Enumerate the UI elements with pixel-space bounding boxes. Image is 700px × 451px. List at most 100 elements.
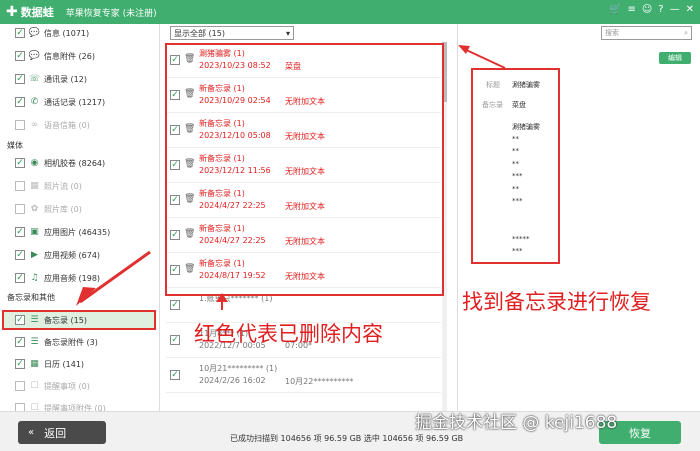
sidebar-checkbox[interactable]: ✓: [15, 204, 25, 214]
sidebar-checkbox[interactable]: ✓: [15, 28, 25, 38]
list-item-l2: 2024/2/26 16:02: [199, 376, 266, 385]
sidebar-checkbox[interactable]: ✓: [15, 227, 25, 237]
sidebar-checkbox[interactable]: ✓: [15, 51, 25, 61]
list-item-checkbox[interactable]: ✓: [170, 335, 180, 345]
sidebar-item-label: 应用视频 (674): [44, 250, 101, 260]
sidebar-item[interactable]: ✓ ☏ 通讯录 (12): [0, 68, 159, 90]
sidebar-item-label: 提醒事项 (0): [44, 381, 90, 391]
sidebar-item[interactable]: ✓ ☰ 备忘录附件 (3): [0, 331, 159, 353]
sidebar-item-label: 备忘录 (15): [44, 315, 87, 325]
sidebar-item[interactable]: ✓ ☰ 备忘录 (15): [0, 309, 159, 331]
sidebar-item-label: 语音信箱 (0): [44, 120, 90, 130]
sidebar-item-label: 通讯录 (12): [44, 74, 87, 84]
message-icon[interactable]: ☺: [642, 4, 652, 15]
help-icon[interactable]: ?: [658, 4, 663, 15]
sidebar-item[interactable]: ✓ ▣ 应用图片 (46435): [0, 221, 159, 243]
app-image-icon: ▣: [30, 227, 39, 237]
sidebar-item-label: 照片流 (0): [44, 181, 82, 191]
sidebar-item[interactable]: ✓ ☐ 提醒事项附件 (0): [0, 397, 159, 412]
sidebar: ✓ 💬 信息 (1071) ✓ 💬 信息附件 (26) ✓ ☏ 通讯录 (12) ✓ ✆ 通话记录 (…: [0, 24, 160, 411]
app-name: 数据蛙: [20, 6, 54, 19]
sidebar-item[interactable]: ✓ ∞ 语音信箱 (0): [0, 114, 159, 136]
reminder-icon: ☐: [30, 403, 39, 411]
sidebar-checkbox[interactable]: ✓: [15, 158, 25, 168]
logo-icon: ✚: [6, 4, 18, 20]
sidebar-item[interactable]: ✓ ♫ 应用音频 (198): [0, 267, 159, 289]
minimize-icon[interactable]: —: [670, 4, 680, 15]
scan-status: 已成功扫描到 104656 项 96.59 GB 选中 104656 项 96.…: [230, 434, 464, 443]
sidebar-item-label: 通话记录 (1217): [44, 97, 106, 107]
menu-icon[interactable]: ≡: [627, 4, 635, 15]
list-item-checkbox[interactable]: ✓: [170, 300, 180, 310]
window-controls: 🛒 ≡ ☺ ? — ✕: [609, 4, 694, 15]
sidebar-item[interactable]: ✓ 💬 信息附件 (26): [0, 45, 159, 67]
camera-icon: ◉: [30, 158, 39, 168]
edit-button[interactable]: 编辑: [659, 52, 691, 64]
sidebar-item-label: 日历 (141): [44, 359, 85, 369]
sidebar-item[interactable]: ✓ ✿ 照片库 (0): [0, 198, 159, 220]
sidebar-item-label: 应用图片 (46435): [44, 227, 111, 237]
sidebar-item-label: 提醒事项附件 (0): [44, 403, 106, 412]
search-placeholder: 搜索: [605, 29, 619, 37]
sidebar-checkbox[interactable]: ✓: [15, 97, 25, 107]
sidebar-item[interactable]: ✓ ◉ 相机胶卷 (8264): [0, 152, 159, 174]
message-icon: 💬: [28, 28, 41, 38]
sidebar-item[interactable]: ✓ ☐ 提醒事项 (0): [0, 375, 159, 397]
sidebar-checkbox[interactable]: ✓: [15, 273, 25, 283]
back-label: 返回: [44, 426, 67, 440]
sidebar-checkbox[interactable]: ✓: [15, 250, 25, 260]
chevron-down-icon: ▾: [285, 28, 290, 38]
sidebar-item-label: 信息 (1071): [44, 28, 90, 38]
sidebar-checkbox[interactable]: ✓: [15, 74, 25, 84]
app-logo: ✚ 数据蛙: [6, 4, 54, 20]
app-video-icon: ▶: [31, 250, 38, 260]
search-icon[interactable]: ⌕: [684, 29, 688, 38]
double-chevron-left-icon: «: [28, 427, 35, 438]
reminder-icon: ☐: [30, 381, 39, 391]
cart-icon[interactable]: 🛒: [609, 4, 621, 15]
close-icon[interactable]: ✕: [686, 4, 694, 15]
sidebar-checkbox[interactable]: ✓: [15, 381, 25, 391]
sidebar-checkbox[interactable]: ✓: [15, 337, 25, 347]
sidebar-item-label: 应用音频 (198): [44, 273, 101, 283]
list-item[interactable]: ✓ 10月21********* (1) 2024/2/26 16:02 10月22*…: [166, 358, 441, 393]
sidebar-item[interactable]: ✓ ▶ 应用视频 (674): [0, 244, 159, 266]
search-input[interactable]: 搜索 ⌕: [601, 26, 692, 40]
list-item-l3: 10月22**********: [285, 377, 354, 386]
list-item-l1: 10月21********* (1): [199, 364, 278, 373]
filter-select[interactable]: 显示全部 (15) ▾: [170, 26, 294, 40]
photolib-icon: ✿: [30, 204, 39, 214]
sidebar-item[interactable]: ✓ 💬 信息 (1071): [0, 24, 159, 44]
sidebar-item[interactable]: ✓ ✆ 通话记录 (1217): [0, 91, 159, 113]
annotation-red-deleted: 红色代表已删除内容: [194, 322, 383, 346]
message-icon: 💬: [28, 51, 41, 61]
filter-value: 显示全部 (15): [174, 28, 225, 38]
deleted-items-highlight: [165, 43, 444, 296]
contacts-icon: ☏: [28, 74, 41, 84]
sidebar-item-label: 照片库 (0): [44, 204, 82, 214]
sidebar-item[interactable]: ✓ ▦ 日历 (141): [0, 353, 159, 375]
section-media: 媒体: [7, 141, 23, 150]
app-title: 苹果恢复专家 (未注册): [65, 8, 157, 19]
sidebar-checkbox[interactable]: ✓: [15, 120, 25, 130]
sidebar-checkbox[interactable]: ✓: [15, 403, 25, 411]
sidebar-checkbox[interactable]: ✓: [15, 315, 25, 325]
notes-icon: ☰: [30, 337, 39, 347]
back-button[interactable]: « 返回: [18, 421, 106, 444]
sidebar-item-label: 相机胶卷 (8264): [44, 158, 106, 168]
detail-highlight: [471, 68, 560, 264]
list-item-checkbox[interactable]: ✓: [170, 370, 180, 380]
sidebar-checkbox[interactable]: ✓: [15, 181, 25, 191]
sidebar-item[interactable]: ✓ ▦ 照片流 (0): [0, 175, 159, 197]
sidebar-item-label: 信息附件 (26): [44, 51, 95, 61]
voicemail-icon: ∞: [30, 120, 39, 130]
sidebar-item-label: 备忘录附件 (3): [44, 337, 98, 347]
annotation-find-memo: 找到备忘录进行恢复: [462, 290, 651, 314]
music-icon: ♫: [30, 273, 39, 283]
title-bar: ✚ 数据蛙 苹果恢复专家 (未注册) 🛒 ≡ ☺ ? — ✕: [0, 0, 700, 24]
sidebar-checkbox[interactable]: ✓: [15, 359, 25, 369]
section-memo-other: 备忘录和其他: [7, 293, 55, 302]
calendar-icon: ▦: [30, 359, 39, 369]
photostream-icon: ▦: [30, 181, 39, 191]
watermark: 掘金技术社区 @ keji1688: [415, 413, 618, 433]
